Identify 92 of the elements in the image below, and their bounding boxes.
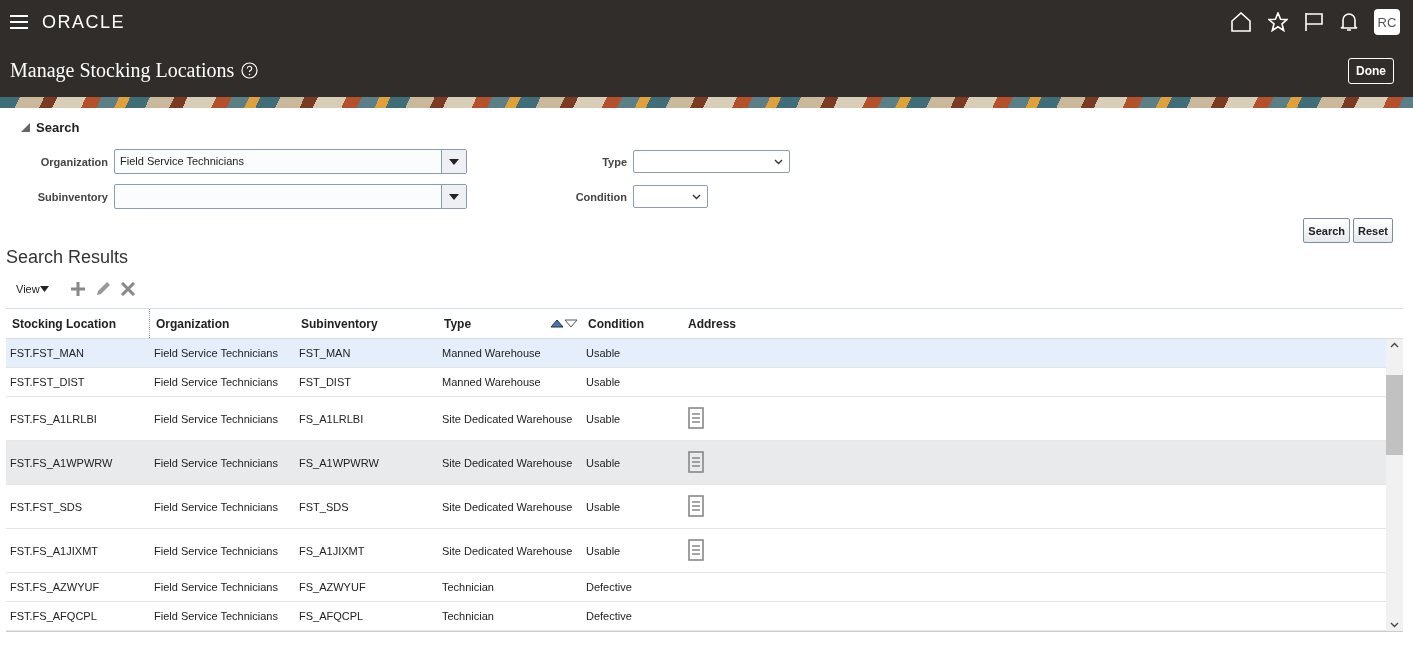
table-cell-text: FST.FST_MAN [9, 347, 85, 359]
table-cell-text: Technician [441, 581, 495, 593]
column-header[interactable]: Address [682, 316, 1403, 331]
table-cell-text: Site Dedicated Warehouse [441, 544, 574, 557]
table-cell-text: FST.FS_AZWYUF [9, 581, 101, 593]
table-cell-text: Field Service Technicians [153, 544, 279, 557]
dropdown-field[interactable] [633, 185, 708, 208]
document-icon[interactable] [688, 494, 704, 517]
scroll-up-icon[interactable] [1390, 342, 1399, 348]
table-cell-text: Usable [585, 500, 622, 513]
table-cell-text: Usable [585, 412, 622, 425]
document-icon[interactable] [688, 406, 704, 429]
table-cell-text: Field Service Technicians [153, 456, 279, 469]
table-row[interactable]: FST.FS_A1WPWRW Field Service Technicians FS_A1WPWRW Site Dedicated Warehouse Usable [6, 441, 1386, 485]
home-icon[interactable] [1231, 12, 1251, 32]
dropdown-field[interactable] [633, 150, 790, 173]
table-cell-text: Field Service Technicians [153, 347, 279, 359]
search-button[interactable]: Search [1303, 218, 1351, 243]
caret-icon[interactable] [449, 193, 459, 200]
table-row[interactable]: FST.FS_A1JIXMT Field Service Technicians FS_A1JIXMT Site Dedicated Warehouse Usable [6, 529, 1386, 573]
results-heading: Search Results [6, 247, 130, 269]
table-cell-text: Usable [585, 347, 622, 359]
pencil-icon[interactable] [94, 281, 111, 297]
table-cell-text: Usable [585, 544, 622, 557]
table-cell-text: Manned Warehouse [441, 376, 542, 388]
star-icon[interactable] [1268, 12, 1288, 32]
table-cell-text: Site Dedicated Warehouse [441, 500, 574, 513]
table-row[interactable]: FST.FST_MAN Field Service Technicians FST_MAN Manned Warehouse Usable [6, 339, 1386, 368]
table-cell-text: Field Service Technicians [153, 376, 279, 388]
table-cell-text: Field Service Technicians [153, 610, 279, 622]
table-cell-text: Technician [441, 610, 495, 622]
table-cell-text: FS_A1JIXMT [298, 544, 366, 557]
bell-icon[interactable] [1340, 12, 1358, 32]
table-cell-text: Manned Warehouse [441, 347, 542, 359]
chevron-icon [774, 158, 783, 165]
table-cell-text: Field Service Technicians [153, 581, 279, 593]
table-cell-text: Defective [585, 610, 633, 622]
table-cell-text: FST.FS_AFQCPL [9, 610, 98, 622]
flag-icon[interactable] [1305, 12, 1323, 32]
document-icon[interactable] [688, 538, 704, 561]
table-cell-text: FST.FST_SDS [9, 500, 84, 513]
table-cell-text: FST_MAN [298, 347, 352, 359]
table-cell-text: Defective [585, 581, 633, 593]
column-header[interactable]: Subinventory [295, 316, 438, 331]
column-header[interactable]: Type [438, 316, 582, 331]
table-cell-text: Field Service Technicians [153, 412, 279, 425]
table-row[interactable]: FST.FS_AZWYUF Field Service Technicians FS_AZWYUF Technician Defective [6, 573, 1386, 602]
table-row[interactable]: FST.FST_DIST Field Service Technicians FST_DIST Manned Warehouse Usable [6, 368, 1386, 397]
table-cell-text: Usable [585, 376, 622, 388]
sort-icon[interactable] [550, 319, 578, 328]
table-cell-text: FS_AFQCPL [298, 610, 365, 622]
table-cell-text: FST.FS_A1LRLBI [9, 412, 98, 425]
column-header[interactable]: Stocking Location [6, 309, 150, 338]
table-cell-text: FST.FST_DIST [9, 376, 86, 388]
table-cell-text: FST.FS_A1JIXMT [9, 544, 100, 557]
table-cell-text: FST_DIST [298, 376, 352, 388]
table-cell-text: FST.FS_A1WPWRW [9, 456, 114, 469]
table-cell-text: Site Dedicated Warehouse [441, 456, 574, 469]
menu-icon[interactable] [10, 15, 28, 29]
table-cell-text: FS_AZWYUF [298, 581, 367, 593]
field-label: Organization [39, 155, 109, 168]
user-avatar[interactable]: RC [1374, 9, 1400, 35]
field-label: Subinventory [36, 190, 109, 203]
field-label: Type [601, 155, 628, 168]
table-cell-text: Field Service Technicians [153, 500, 279, 513]
combobox-field[interactable] [114, 184, 467, 209]
collapse-icon[interactable] [21, 122, 30, 132]
table-cell-text: Site Dedicated Warehouse [441, 412, 574, 425]
section-heading: Search [36, 119, 80, 135]
add-icon[interactable] [70, 282, 85, 296]
field-label: Condition [574, 190, 628, 203]
delete-icon[interactable] [120, 282, 135, 296]
table-cell-text: FS_A1LRLBI [298, 412, 365, 425]
column-header[interactable]: Organization [150, 316, 295, 331]
table-row[interactable]: FST.FS_AFQCPL Field Service Technicians FS_AFQCPL Technician Defective [6, 602, 1386, 631]
scroll-down-icon[interactable] [1390, 622, 1399, 628]
table-cell-text: FST_SDS [298, 500, 350, 513]
chevron-icon [692, 193, 701, 200]
logo: ORACLE [42, 11, 126, 33]
table-cell-text: Usable [585, 456, 622, 469]
scrollbar[interactable] [1386, 339, 1403, 631]
table-row[interactable]: FST.FST_SDS Field Service Technicians FST_SDS Site Dedicated Warehouse Usable [6, 485, 1386, 529]
combobox-field[interactable]: Field Service Technicians [114, 149, 467, 174]
caret-icon[interactable] [449, 158, 459, 165]
reset-button[interactable]: Reset [1353, 218, 1393, 243]
page-title: Manage Stocking Locations [10, 59, 235, 82]
done-button[interactable]: Done [1348, 57, 1394, 84]
help-icon[interactable] [241, 62, 259, 79]
caret-icon[interactable] [39, 286, 49, 292]
column-header[interactable]: Condition [582, 316, 682, 331]
view-menu[interactable]: View [16, 283, 40, 295]
table-cell-text: FS_A1WPWRW [298, 456, 380, 469]
